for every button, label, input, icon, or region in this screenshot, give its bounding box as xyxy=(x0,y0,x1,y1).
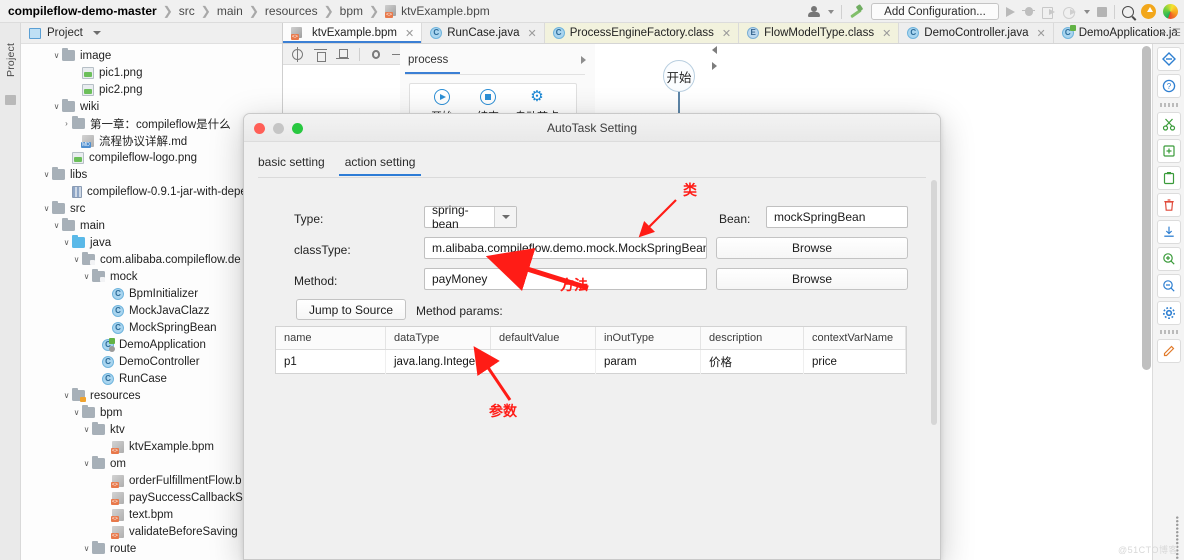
annotation-method: 方法 xyxy=(560,277,588,293)
annotation-params: 参数 xyxy=(489,403,517,419)
annotation-class: 类 xyxy=(683,182,697,198)
annotation-overlay xyxy=(473,199,677,401)
watermark: @51CTO博客 xyxy=(1118,545,1178,555)
